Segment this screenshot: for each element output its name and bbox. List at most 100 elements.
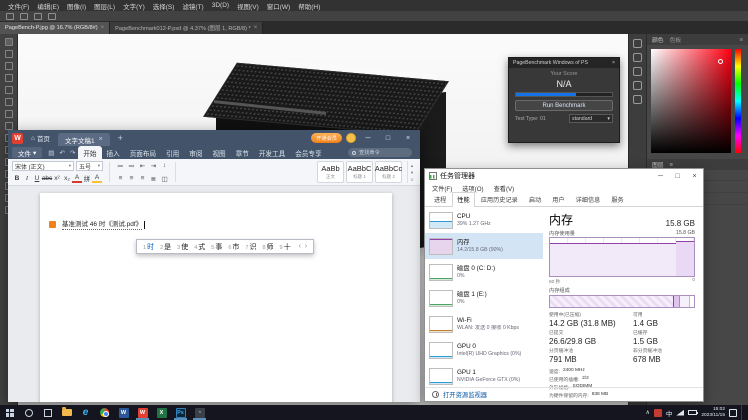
ps-doc-tab[interactable]: PageBench-P.jpg @ 16.7% (RGB/8#) × [0,22,110,34]
ps-doc-tab-close-icon[interactable]: × [254,25,258,31]
ps-doc-tab-close-icon[interactable]: × [101,25,105,31]
brush-tool-icon[interactable] [5,110,13,118]
hidden-icons-chevron[interactable]: ∧ [645,409,649,416]
ime-candidate[interactable]: 2 是 [160,242,171,252]
paragraph-format-icon[interactable]: ⇥ [148,161,159,170]
ps-menu-item[interactable]: 3D(D) [208,2,233,9]
minimize-button[interactable]: ─ [652,169,669,183]
gallery-down-icon[interactable]: ▾ [411,170,413,176]
ime-candidate[interactable]: 6 市 [228,242,239,252]
crop-tool-icon[interactable] [5,74,13,82]
maximize-button[interactable]: □ [380,130,396,146]
tm-sidebar-item[interactable]: Wi-Fi WLAN: 发送 0 接收 0 Kbps [425,311,543,337]
open-resource-monitor-link[interactable]: 打开资源监视器 [443,390,487,399]
ps-menu-item[interactable]: 视图(V) [233,1,263,11]
tm-sidebar-item[interactable]: CPU 39% 1.27 GHz [425,207,543,233]
ime-tray-icon[interactable] [654,409,662,417]
maximize-button[interactable]: □ [669,169,686,183]
gallery-more-icon[interactable]: ≡ [411,177,414,182]
ime-language-indicator[interactable]: 中 [666,408,673,418]
ribbon-tab[interactable]: 开始 [78,146,101,159]
ime-candidate[interactable]: 5 事 [211,242,222,252]
color-picker-marker[interactable] [718,59,723,64]
ps-menu-item[interactable]: 图层(L) [90,1,119,11]
font-size-select[interactable]: 五号 ▾ [76,161,103,171]
task-view-button[interactable] [38,405,57,420]
clone-tool-icon[interactable] [5,122,13,130]
wps-document-tab[interactable]: 文字文稿1 × [58,133,110,146]
ribbon-tab[interactable]: 页面布局 [125,146,161,159]
layers-menu-icon[interactable]: ≡ [670,162,673,168]
taskbar-file-explorer[interactable] [57,405,76,420]
show-desktop-button[interactable] [741,405,745,420]
battery-icon[interactable] [688,410,697,415]
wps-home-tab[interactable]: ⌂ 首页 [27,133,54,143]
tm-tab[interactable]: 服务 [606,192,628,206]
paragraph-align-icon[interactable]: ≡ [115,174,126,183]
swatches-panel-tab[interactable]: 色板 [670,35,682,44]
paragraph-mark-icon[interactable] [49,221,56,228]
format-button[interactable]: x₂ [62,173,72,183]
ps-menu-item[interactable]: 图像(I) [63,1,90,11]
ime-candidate[interactable]: 4 式 [194,242,205,252]
document-page[interactable]: 基准测试 46 时《测试.pdf》 [40,193,392,402]
marquee-tool-icon[interactable] [5,50,13,58]
wps-logo[interactable]: W [12,133,23,144]
ps-menu-item[interactable]: 文字(Y) [119,1,149,11]
heal-tool-icon[interactable] [5,98,13,106]
format-button[interactable]: abc [42,173,52,183]
ribbon-tab[interactable]: 开发工具 [254,146,290,159]
file-menu-button[interactable]: 文件▾ [12,147,42,158]
ps-menu-item[interactable]: 窗口(W) [263,1,294,11]
tm-tab[interactable]: 启动 [524,192,546,206]
close-icon[interactable]: × [612,60,615,66]
ribbon-tab[interactable]: 引用 [161,146,184,159]
tm-tab[interactable]: 进程 [429,192,451,206]
ribbon-tab[interactable]: 章节 [231,146,254,159]
format-button[interactable]: A [72,173,82,183]
redo-icon[interactable]: ↷ [68,149,77,157]
paragraph-align-icon[interactable]: ≡ [137,174,148,183]
taskbar-chrome[interactable] [95,405,114,420]
history-panel-icon[interactable] [633,39,642,48]
ime-candidate[interactable]: 1 时 [143,242,154,252]
tm-sidebar-item[interactable]: 内存 14.2/15.8 GB (90%) [425,233,543,259]
run-benchmark-button[interactable]: Run Benchmark [515,100,613,111]
wps-titlebar[interactable]: W ⌂ 首页 文字文稿1 × + 开通会员 ─ □ × [8,130,420,146]
taskbar-edge[interactable]: e [76,405,95,420]
info-panel-icon[interactable] [633,95,642,104]
tm-sidebar-item[interactable]: 磁盘 1 (E:) 0% [425,285,543,311]
close-button[interactable]: × [400,130,416,146]
tm-tab[interactable]: 详细信息 [571,192,606,206]
ribbon-tab[interactable]: 视图 [207,146,230,159]
ps-menu-item[interactable]: 滤镜(T) [178,1,207,11]
ps-menu-item[interactable]: 帮助(H) [294,1,324,11]
ps-tool-preset-icon[interactable] [6,13,14,20]
taskbar-word[interactable]: W [114,405,133,420]
move-tool-icon[interactable] [5,38,13,46]
format-button[interactable]: 拼 [82,173,92,183]
tm-sidebar-item[interactable]: GPU 1 NVIDIA GeForce GTX (0%) [425,363,543,387]
format-button[interactable]: A [92,173,102,183]
style-card[interactable]: AaBb 正文 [317,161,344,183]
format-button[interactable]: I [22,173,32,183]
adjustments-panel-icon[interactable] [633,67,642,76]
style-card[interactable]: AaBbC 标题 1 [346,161,373,183]
ps-option-icon[interactable] [48,13,56,20]
ribbon-tab[interactable]: 会员专享 [290,146,326,159]
tm-tab[interactable]: 用户 [547,192,569,206]
ps-doc-tab[interactable]: PageBenchmark012-P.psd @ 4.37% (图层 1, RG… [110,22,263,34]
lasso-tool-icon[interactable] [5,62,13,70]
format-button[interactable]: U [32,173,42,183]
save-icon[interactable]: ▤ [46,149,56,157]
hue-slider[interactable] [735,49,741,153]
taskbar-wps[interactable]: W [133,405,152,420]
ime-candidate[interactable]: 8 师 [262,242,273,252]
ime-candidate[interactable]: 9 十 [280,242,291,252]
memory-composition-bar[interactable] [549,295,695,308]
ime-next-icon[interactable]: › [305,243,307,250]
benchmark-dialog-titlebar[interactable]: PageBenchmark Windows of PS × [509,58,619,68]
panel-menu-icon[interactable]: ≡ [740,37,743,43]
ps-option-icon[interactable] [34,13,42,20]
color-picker-field[interactable] [651,49,731,153]
